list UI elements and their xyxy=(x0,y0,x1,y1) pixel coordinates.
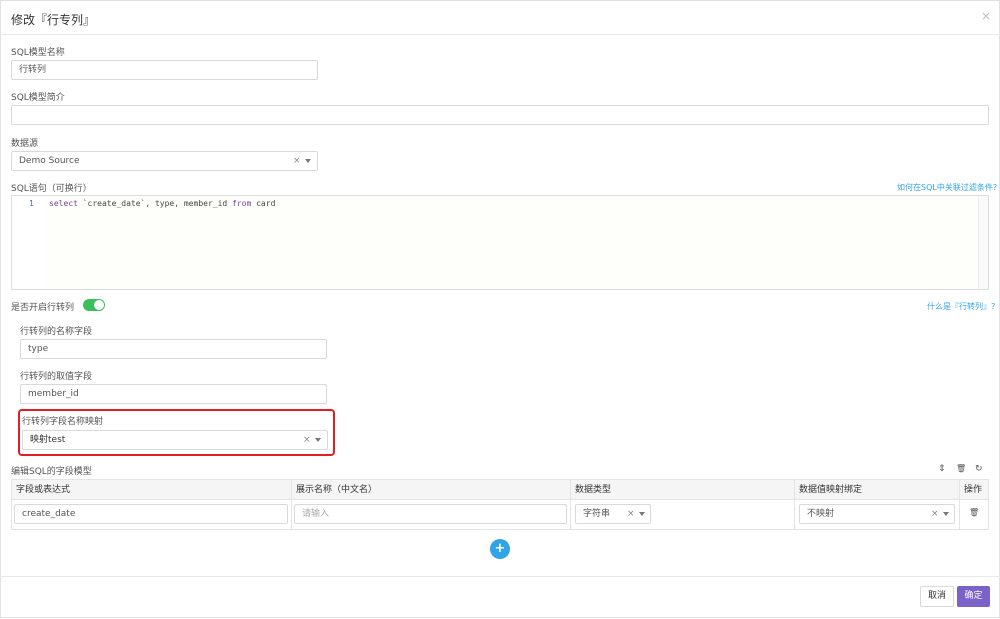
refresh-icon[interactable]: ↻ xyxy=(975,464,983,474)
sort-icon[interactable]: ⇕ xyxy=(938,464,946,474)
sql-help-link[interactable]: 如何在SQL中关联过滤条件? xyxy=(897,182,997,193)
chevron-down-icon[interactable] xyxy=(943,512,949,516)
data-type-select[interactable]: 字符串 × xyxy=(575,504,651,524)
datasource-label: 数据源 xyxy=(11,139,39,149)
close-icon[interactable]: × xyxy=(981,9,991,23)
dialog-header: 修改『行专列』 × xyxy=(1,1,1000,35)
table-cell: 🗑 xyxy=(960,500,988,530)
toggle-knob xyxy=(94,300,104,310)
pivot-value-field-input[interactable]: member_id xyxy=(20,384,327,404)
table-cell: 字符串 × xyxy=(571,500,795,530)
pivot-name-field-label: 行转列的名称字段 xyxy=(20,327,93,337)
value-mapping-value: 不映射 xyxy=(807,509,835,519)
pivot-toggle[interactable] xyxy=(83,299,105,311)
pivot-toggle-label: 是否开启行转列 xyxy=(11,303,75,313)
editor-scrollbar[interactable] xyxy=(978,196,988,289)
trash-icon[interactable]: 🗑 xyxy=(969,508,979,517)
fields-section-label: 编辑SQL的字段模型 xyxy=(11,467,92,477)
sql-text: `create_date`, type, member_id xyxy=(77,199,233,208)
chevron-down-icon[interactable] xyxy=(639,512,645,516)
display-name-input[interactable]: 请输入 xyxy=(294,504,567,524)
cancel-button[interactable]: 取消 xyxy=(920,586,954,607)
dialog-title: 修改『行专列』 xyxy=(11,13,96,27)
column-header: 数据值映射绑定 xyxy=(795,480,960,500)
chevron-down-icon[interactable] xyxy=(305,159,311,163)
sql-label: SQL语句（可换行） xyxy=(11,184,92,194)
pivot-help-link[interactable]: 什么是『行转列』? xyxy=(927,301,995,312)
sql-keyword: select xyxy=(49,199,78,208)
add-field-button[interactable]: + xyxy=(490,539,510,559)
chevron-down-icon[interactable] xyxy=(315,438,321,442)
value-mapping-select[interactable]: 不映射 × xyxy=(799,504,955,524)
data-type-value: 字符串 xyxy=(583,509,611,519)
sql-text: card xyxy=(251,199,276,208)
table-cell: 请输入 xyxy=(292,500,571,530)
pivot-name-field-input[interactable]: type xyxy=(20,339,327,359)
column-header: 数据类型 xyxy=(571,480,795,500)
edit-model-dialog: 修改『行专列』 × SQL模型名称 行转列 SQL模型简介 数据源 Demo S… xyxy=(0,0,1000,618)
pivot-mapping-select[interactable]: 映射test × xyxy=(22,430,328,450)
fields-table: 字段或表达式 展示名称（中文名） 数据类型 数据值映射绑定 操作 create_… xyxy=(11,479,989,530)
editor-gutter: 1 xyxy=(12,196,46,289)
clear-icon[interactable]: × xyxy=(293,152,301,170)
column-header: 字段或表达式 xyxy=(12,480,292,500)
dialog-footer xyxy=(1,576,1000,619)
table-cell: 不映射 × xyxy=(795,500,960,530)
clear-icon[interactable]: × xyxy=(303,431,311,449)
column-header: 展示名称（中文名） xyxy=(292,480,571,500)
expression-input[interactable]: create_date xyxy=(14,504,288,524)
model-desc-label: SQL模型简介 xyxy=(11,93,65,103)
model-name-input[interactable]: 行转列 xyxy=(11,60,318,80)
sql-code-line[interactable]: select `create_date`, type, member_id fr… xyxy=(49,199,275,208)
trash-icon[interactable]: 🗑 xyxy=(956,464,966,473)
sql-editor[interactable]: 1 select `create_date`, type, member_id … xyxy=(11,195,989,290)
datasource-value: Demo Source xyxy=(19,156,80,166)
pivot-mapping-value: 映射test xyxy=(30,435,66,445)
table-header: 字段或表达式 展示名称（中文名） 数据类型 数据值映射绑定 操作 xyxy=(12,480,988,500)
sql-keyword: from xyxy=(232,199,252,208)
pivot-mapping-label: 行转列字段名称映射 xyxy=(22,417,104,427)
datasource-select[interactable]: Demo Source × xyxy=(11,151,318,171)
clear-icon[interactable]: × xyxy=(627,505,635,523)
model-desc-input[interactable] xyxy=(11,105,989,125)
clear-icon[interactable]: × xyxy=(931,505,939,523)
ok-button[interactable]: 确定 xyxy=(957,586,990,607)
model-name-label: SQL模型名称 xyxy=(11,48,65,58)
pivot-value-field-label: 行转列的取值字段 xyxy=(20,372,93,382)
line-number: 1 xyxy=(29,199,34,208)
column-header: 操作 xyxy=(964,485,983,495)
table-cell: create_date xyxy=(12,500,292,530)
